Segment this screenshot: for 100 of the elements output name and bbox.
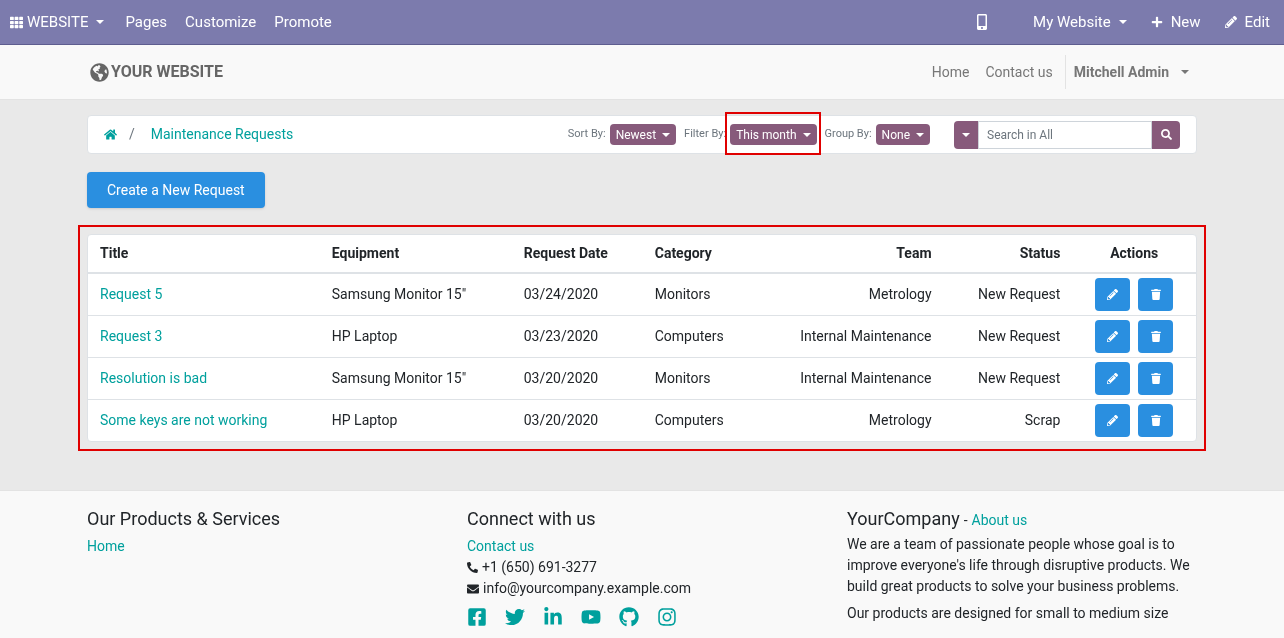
- linkedin-icon[interactable]: [543, 607, 563, 627]
- table-cell: Scrap: [943, 399, 1073, 441]
- table-cell: 03/24/2020: [511, 273, 643, 315]
- nav-link[interactable]: Contact us: [977, 61, 1061, 83]
- about-link[interactable]: About us: [971, 510, 1028, 531]
- youtube-icon[interactable]: [581, 607, 601, 627]
- phone-number: +1 (650) 691-3277: [482, 558, 597, 578]
- search-field[interactable]: Search in All: [978, 120, 1152, 149]
- footer-heading: Connect with us: [467, 507, 597, 531]
- control-label: Filter By:: [684, 126, 727, 143]
- delete-row-button[interactable]: [1138, 403, 1174, 437]
- table-cell: New Request: [943, 357, 1073, 399]
- column-header: Request Date: [511, 235, 643, 273]
- search-options-button[interactable]: [954, 120, 978, 149]
- trash-icon: [1150, 372, 1161, 384]
- table-cell: Internal Maintenance: [755, 315, 944, 357]
- table-cell: New Request: [943, 315, 1073, 357]
- column-header: Actions: [1072, 235, 1196, 273]
- request-link[interactable]: Some keys are not working: [100, 411, 268, 428]
- column-header: Equipment: [319, 235, 512, 273]
- control-label: Sort By:: [567, 126, 606, 143]
- contact-link[interactable]: Contact us: [467, 536, 817, 557]
- edit-row-button[interactable]: [1095, 319, 1131, 353]
- new-button[interactable]: New: [1150, 10, 1201, 34]
- table-cell: New Request: [943, 273, 1073, 315]
- table-cell: Samsung Monitor 15": [319, 357, 512, 399]
- phone-icon: [467, 562, 478, 573]
- home-icon[interactable]: [104, 128, 117, 141]
- menu-item[interactable]: Customize: [177, 0, 265, 44]
- request-link[interactable]: Request 3: [100, 327, 163, 344]
- delete-row-button[interactable]: [1138, 319, 1174, 353]
- dropdown-button[interactable]: Newest: [609, 124, 677, 145]
- envelope-icon: [467, 582, 479, 595]
- globe-icon: [90, 62, 109, 82]
- caret-icon: [1118, 20, 1127, 24]
- caret-icon: [662, 132, 671, 137]
- dropdown-button[interactable]: This month: [730, 124, 817, 145]
- table-cell: Computers: [642, 399, 756, 441]
- pencil-icon: [1107, 372, 1119, 384]
- table-cell: 03/20/2020: [511, 357, 643, 399]
- trash-icon: [1150, 414, 1161, 426]
- pencil-icon: [1107, 288, 1119, 300]
- delete-row-button[interactable]: [1138, 361, 1174, 395]
- column-header: Team: [755, 235, 944, 273]
- nav-link[interactable]: Home: [923, 61, 978, 83]
- edit-button[interactable]: Edit: [1224, 10, 1270, 34]
- trash-icon: [1150, 288, 1161, 300]
- table-cell: Samsung Monitor 15": [319, 273, 512, 315]
- caret-icon: [96, 20, 105, 24]
- table-cell: HP Laptop: [319, 315, 512, 357]
- table-cell: Monitors: [642, 357, 756, 399]
- separator: -: [963, 511, 968, 530]
- footer-paragraph: Our products are designed for small to medium size: [847, 604, 1170, 623]
- email-address: info@yourcompany.example.com: [483, 579, 691, 598]
- caret-icon: [1181, 70, 1189, 74]
- footer-heading: YourCompany: [847, 507, 960, 531]
- menu-item[interactable]: Promote: [266, 0, 340, 44]
- instagram-icon[interactable]: [657, 607, 677, 627]
- caret-icon: [802, 132, 811, 137]
- table-cell: 03/20/2020: [511, 399, 643, 441]
- table-cell: HP Laptop: [319, 399, 512, 441]
- pencil-icon: [1107, 330, 1119, 342]
- table-cell: Monitors: [642, 273, 756, 315]
- website-menu[interactable]: My Website: [1033, 10, 1127, 34]
- grid-icon: [10, 15, 23, 29]
- menu-item[interactable]: Pages: [117, 0, 176, 44]
- footer-paragraph: We are a team of passionate people whose goal is to improve everyone's life through disruptive products. We build great products to solve your business problems.: [847, 535, 1191, 596]
- column-header: Category: [642, 235, 756, 273]
- dropdown-button[interactable]: None: [875, 124, 930, 145]
- phone-icon: [975, 14, 990, 30]
- request-link[interactable]: Resolution is bad: [100, 369, 208, 386]
- user-menu[interactable]: Mitchell Admin: [1065, 61, 1197, 83]
- table-cell: Computers: [642, 315, 756, 357]
- table-cell: Metrology: [755, 273, 944, 315]
- create-request-button[interactable]: Create a New Request: [87, 172, 265, 208]
- table-cell: 03/23/2020: [511, 315, 643, 357]
- footer-link[interactable]: Home: [87, 536, 437, 557]
- table-cell: Metrology: [755, 399, 944, 441]
- trash-icon: [1150, 330, 1161, 342]
- edit-row-button[interactable]: [1095, 361, 1131, 395]
- column-header: Status: [943, 235, 1073, 273]
- twitter-icon[interactable]: [505, 607, 525, 627]
- edit-row-button[interactable]: [1095, 403, 1131, 437]
- app-menu-button[interactable]: WEBSITE: [0, 0, 117, 44]
- site-logo[interactable]: YOUR WEBSITE: [90, 60, 223, 84]
- pencil-icon: [1224, 16, 1237, 28]
- footer-heading: Our Products & Services: [87, 507, 282, 531]
- search-button[interactable]: [1152, 120, 1180, 149]
- table-cell: Internal Maintenance: [755, 357, 944, 399]
- delete-row-button[interactable]: [1138, 277, 1174, 311]
- breadcrumb-separator: /: [129, 125, 135, 144]
- edit-row-button[interactable]: [1095, 277, 1131, 311]
- search-icon: [1160, 129, 1172, 140]
- control-label: Group By:: [824, 126, 872, 143]
- github-icon[interactable]: [619, 607, 639, 627]
- request-link[interactable]: Request 5: [100, 285, 163, 302]
- breadcrumb-link[interactable]: Maintenance Requests: [150, 124, 294, 145]
- caret-icon: [916, 132, 924, 137]
- pencil-icon: [1107, 414, 1119, 426]
- facebook-icon[interactable]: [467, 607, 487, 627]
